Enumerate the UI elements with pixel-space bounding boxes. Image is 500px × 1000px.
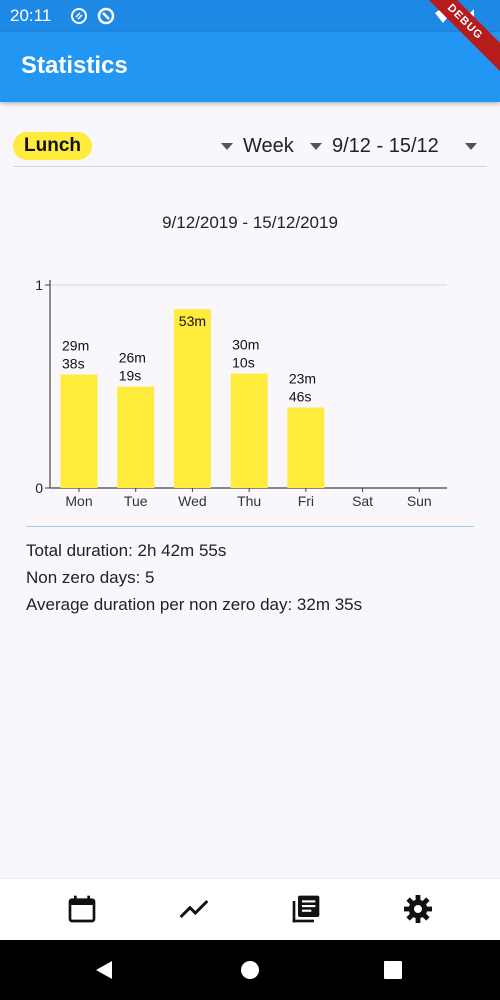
data-label: 23m <box>289 371 316 387</box>
category-chip[interactable]: Lunch <box>13 132 92 160</box>
range-dropdown-toggle[interactable] <box>465 132 487 160</box>
x-tick-label: Fri <box>298 493 314 509</box>
period-dropdown[interactable]: Week <box>243 132 294 160</box>
recents-icon[interactable] <box>384 961 402 979</box>
x-tick-label: Thu <box>237 493 261 509</box>
debug-banner: DEBUG <box>400 0 500 100</box>
bar <box>60 374 98 488</box>
y-tick-label: 0 <box>35 480 43 496</box>
data-label: 38s <box>62 356 85 372</box>
chevron-down-icon <box>310 143 322 151</box>
data-label: 26m <box>119 350 146 366</box>
home-icon[interactable] <box>240 960 260 980</box>
bar <box>117 386 155 488</box>
x-tick-label: Wed <box>178 493 207 509</box>
data-label: 46s <box>289 389 312 405</box>
range-value: 9/12 - 15/12 <box>332 135 439 157</box>
total-duration: Total duration: 2h 42m 55s <box>26 541 227 560</box>
debug-label: DEBUG <box>404 0 500 83</box>
bar <box>173 309 211 488</box>
x-tick-label: Tue <box>124 493 148 509</box>
back-icon[interactable] <box>94 960 114 980</box>
x-tick-label: Sun <box>407 493 432 509</box>
x-tick-label: Mon <box>65 493 92 509</box>
category-dropdown[interactable] <box>221 132 243 160</box>
sync-icon <box>97 7 115 25</box>
bar <box>287 407 325 488</box>
page-title: Statistics <box>21 52 128 79</box>
data-label: 10s <box>232 355 255 371</box>
bar-chart: 0 1 29m 38s Mon 26m 19s Tue 53m Wed 30m 10s Thu 23m 46… <box>35 277 447 509</box>
system-navigation-bar <box>0 940 500 1000</box>
data-label: 53m <box>179 313 206 329</box>
average-duration: Average duration per non zero day: 32m 3… <box>26 595 363 614</box>
x-tick-label: Sat <box>352 493 373 509</box>
non-zero-days: Non zero days: 5 <box>26 568 155 587</box>
bar <box>230 373 268 488</box>
data-saver-icon <box>71 8 87 24</box>
bottom-navigation <box>0 878 500 941</box>
chevron-down-icon <box>465 143 477 151</box>
data-label: 29m <box>62 338 89 354</box>
status-time: 20:11 <box>10 6 52 25</box>
trend-icon[interactable] <box>178 893 210 925</box>
filter-row: Lunch Week 9/12 - 15/12 <box>13 128 487 167</box>
data-label: 30m <box>232 337 259 353</box>
library-icon[interactable] <box>290 893 322 925</box>
divider <box>26 526 474 527</box>
range-dropdown[interactable]: 9/12 - 15/12 <box>310 132 439 160</box>
chart-title: 9/12/2019 - 15/12/2019 <box>162 213 338 232</box>
y-tick-label: 1 <box>35 277 43 293</box>
calendar-icon[interactable] <box>66 893 98 925</box>
chevron-down-icon <box>221 143 233 151</box>
period-value: Week <box>243 135 294 157</box>
settings-icon[interactable] <box>402 893 434 925</box>
data-label: 19s <box>119 368 142 384</box>
